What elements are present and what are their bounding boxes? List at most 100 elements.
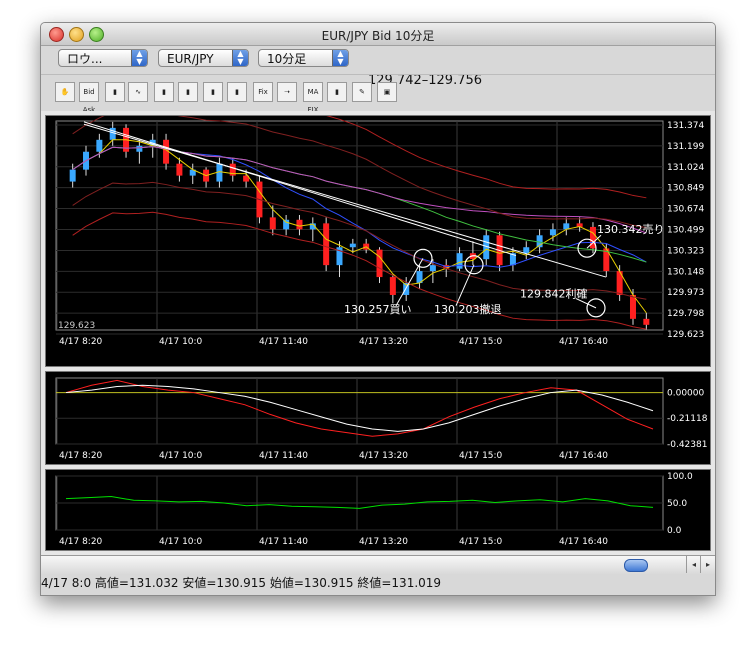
y-tick-label: 131.374 xyxy=(667,121,704,131)
x-tick-label: 4/17 11:40 xyxy=(259,451,308,461)
y-tick-label: 130.499 xyxy=(667,225,704,235)
x-tick-label: 4/17 15:0 xyxy=(459,537,503,547)
x-tick-label: 4/17 8:20 xyxy=(59,537,103,547)
x-tick-label: 4/17 16:40 xyxy=(559,337,608,347)
popup-arrows-icon: ▲ ▼ xyxy=(131,50,147,66)
x-tick-label: 4/17 10:0 xyxy=(159,537,203,547)
trend-line xyxy=(83,121,517,257)
annotation-label: 130.257買い xyxy=(344,303,412,316)
y-tick-label: 131.199 xyxy=(667,142,704,152)
currency-pair-popup[interactable]: EUR/JPY ▲ ▼ xyxy=(158,49,249,67)
price-chart: 4/17 8:20 4/17 10:0 4/17 11:40 4/17 13:20 4/… xyxy=(55,80,704,347)
y-tick-label: 129.623 xyxy=(667,330,704,340)
candle-body xyxy=(389,277,396,295)
window-title: EUR/JPY Bid 10分足 xyxy=(321,29,435,43)
pencil-icon: ✎ xyxy=(359,88,365,96)
indicator-series-line xyxy=(65,496,654,509)
annotation-label: 129.842利確 xyxy=(520,286,588,300)
fix-icon: Fix xyxy=(258,88,268,96)
indicator-icon: ▮ xyxy=(335,88,339,96)
fix-tool-button[interactable]: Fix xyxy=(253,82,273,102)
candle-body xyxy=(296,219,303,230)
x-tick-label: 4/17 13:20 xyxy=(359,537,408,547)
candle-body xyxy=(456,253,463,269)
moving-average-line xyxy=(72,146,647,234)
x-tick-label: 4/17 10:0 xyxy=(159,451,203,461)
y-tick-label: -0.42381 xyxy=(667,440,707,450)
period-popup[interactable]: ロウ... ▲ ▼ xyxy=(58,49,148,67)
y-tick-label: 0.0 xyxy=(667,526,682,536)
bid-ask-tool-button[interactable]: Bid Ask xyxy=(79,82,99,114)
x-tick-label: 4/17 16:40 xyxy=(559,451,608,461)
x-tick-label: 4/17 11:40 xyxy=(259,337,308,347)
x-tick-label: 4/17 13:20 xyxy=(359,337,408,347)
selector-toolbar: ロウ... ▲ ▼ EUR/JPY ▲ ▼ 10分足 ▲ ▼ 129.742–129.… xyxy=(41,46,715,88)
candle-chart-2-tool-button[interactable]: ▮ xyxy=(178,82,198,102)
save-tool-button[interactable]: ▣ xyxy=(377,82,397,102)
x-tick-label: 4/17 10:0 xyxy=(159,337,203,347)
bar-chart-icon: ▮ xyxy=(113,88,117,96)
candle-chart-4-tool-button[interactable]: ▮ xyxy=(227,82,247,102)
annotation-label: 130.203撤退 xyxy=(434,302,502,316)
x-tick-label: 4/17 15:0 xyxy=(459,451,503,461)
timeframe-popup[interactable]: 10分足 ▲ ▼ xyxy=(258,49,349,67)
candle-chart-2-icon: ▮ xyxy=(186,88,190,96)
x-tick-label: 4/17 13:20 xyxy=(359,451,408,461)
y-tick-label: 50.0 xyxy=(667,499,687,509)
band-line xyxy=(72,110,647,229)
y-tick-label: 129.973 xyxy=(667,288,704,298)
candle-body xyxy=(269,217,276,230)
indicator-series-line xyxy=(65,379,654,437)
popup-arrows-icon: ▲ ▼ xyxy=(332,50,348,66)
timeframe-label: 10分足 xyxy=(267,52,307,66)
current-price-label: 129.623 xyxy=(58,321,95,331)
band-line xyxy=(72,181,647,300)
arrow-disabled-tool-button[interactable]: ➝ xyxy=(277,82,297,102)
scroll-left-button[interactable]: ◂ xyxy=(686,556,701,573)
tool-toolbar: ✋ Bid Ask ▮ ∿ ▮ ▮ ▮ ▮ Fix ➝ MA FIX ▮ ✎ ▣ xyxy=(41,74,715,114)
y-tick-label: 100.0 xyxy=(667,472,693,482)
annotation-label: 130.342売り xyxy=(597,223,665,236)
hand-tool-button[interactable]: ✋ xyxy=(55,82,75,102)
trend-line xyxy=(83,123,607,278)
x-tick-label: 4/17 15:0 xyxy=(459,337,503,347)
chart-window: EUR/JPY Bid 10分足 ロウ... ▲ ▼ EUR/JPY ▲ ▼ 10分… xyxy=(40,22,716,596)
wave-chart-tool-button[interactable]: ∿ xyxy=(128,82,148,102)
status-bar: 4/17 8:0 高値=131.032 安値=130.915 始値=130.91… xyxy=(41,576,442,590)
x-tick-label: 4/17 16:40 xyxy=(559,537,608,547)
indicator-tool-button[interactable]: ▮ xyxy=(327,82,347,102)
y-tick-label: 131.024 xyxy=(667,163,704,173)
candle-body xyxy=(376,249,383,278)
y-tick-label: 130.674 xyxy=(667,205,704,215)
y-tick-label: 0.00000 xyxy=(667,389,704,399)
candle-body xyxy=(549,229,556,236)
popup-arrows-icon: ▲ ▼ xyxy=(232,50,248,66)
horizontal-scrollbar[interactable]: ◂ ▸ xyxy=(41,555,715,574)
candle-chart-icon: ▮ xyxy=(162,88,166,96)
candle-body xyxy=(523,247,530,254)
price-chart-panel[interactable]: 4/17 8:20 4/17 10:0 4/17 11:40 4/17 13:20 4/… xyxy=(45,80,711,367)
title-bar[interactable]: EUR/JPY Bid 10分足 xyxy=(41,23,715,46)
x-tick-label: 4/17 11:40 xyxy=(259,537,308,547)
wave-chart-icon: ∿ xyxy=(135,88,141,96)
ma-fix-tool-button[interactable]: MA FIX xyxy=(303,82,323,114)
moving-average-line xyxy=(72,146,647,263)
y-tick-label: 130.323 xyxy=(667,246,704,256)
candle-body xyxy=(643,318,650,325)
candle-chart-tool-button[interactable]: ▮ xyxy=(154,82,174,102)
scrollbar-thumb[interactable] xyxy=(624,559,648,572)
save-icon: ▣ xyxy=(383,88,391,96)
candle-body xyxy=(429,265,436,272)
candle-body xyxy=(323,223,330,266)
candle-chart-3-tool-button[interactable]: ▮ xyxy=(203,82,223,102)
pencil-tool-button[interactable]: ✎ xyxy=(352,82,372,102)
scroll-right-button[interactable]: ▸ xyxy=(700,556,715,573)
macd-panel[interactable]: 4/17 8:20 4/17 10:0 4/17 11:40 4/17 13:20 4/… xyxy=(45,371,711,465)
rsi-panel[interactable]: 4/17 8:20 4/17 10:0 4/17 11:40 4/17 13:20 4/… xyxy=(45,469,711,551)
candle-chart-3-icon: ▮ xyxy=(211,88,215,96)
bar-chart-tool-button[interactable]: ▮ xyxy=(105,82,125,102)
candle-body xyxy=(96,139,103,152)
currency-pair-label: EUR/JPY xyxy=(167,52,214,66)
arrow-disabled-icon: ➝ xyxy=(284,88,290,96)
candle-body xyxy=(283,219,290,230)
